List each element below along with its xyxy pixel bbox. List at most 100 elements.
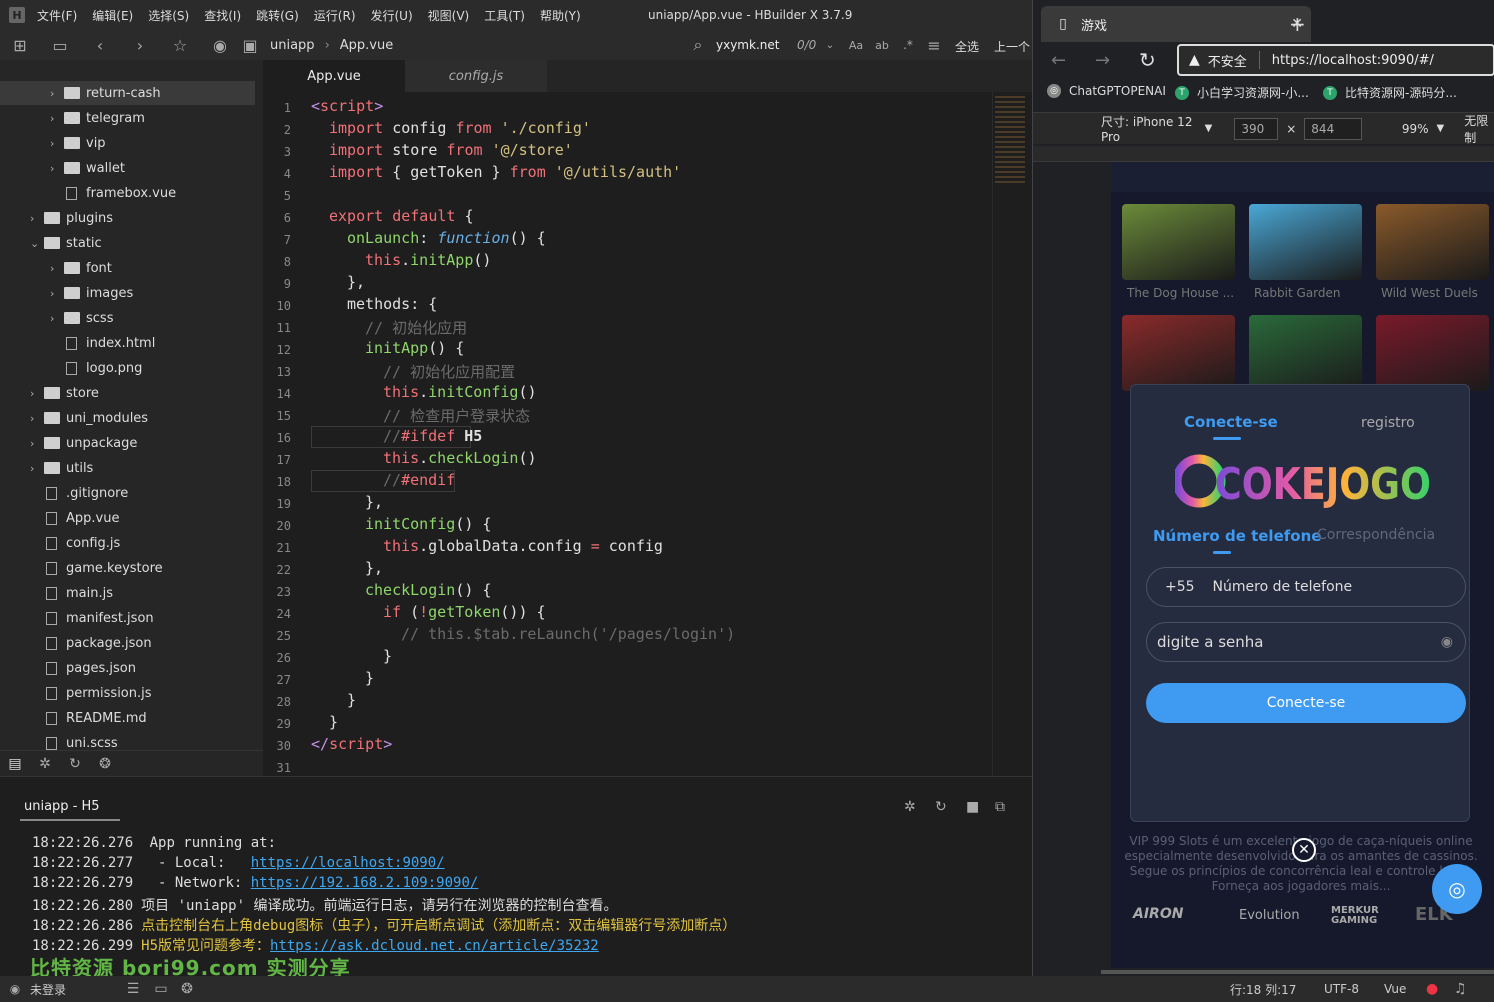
bookmark-xiaobai[interactable]: T 小白学习资源网-小... xyxy=(1175,84,1309,101)
chevron-right-icon[interactable]: › xyxy=(30,437,44,450)
explorer-item[interactable]: › store xyxy=(0,381,255,405)
back-icon[interactable]: ‹ xyxy=(80,31,120,59)
explorer-item[interactable]: index.html xyxy=(0,331,255,355)
chevron-right-icon[interactable]: › xyxy=(50,112,64,125)
bell-icon[interactable]: ♫ xyxy=(1454,981,1467,997)
save-icon[interactable]: ▭ xyxy=(40,31,80,59)
explorer-item[interactable]: uni.scss xyxy=(0,731,255,750)
game-thumbnail[interactable] xyxy=(1249,315,1362,391)
chevron-right-icon[interactable]: › xyxy=(50,87,64,100)
explorer-item[interactable]: framebox.vue xyxy=(0,181,255,205)
explorer-item[interactable]: main.js xyxy=(0,581,255,605)
debug-icon[interactable]: ✲ xyxy=(30,756,60,772)
country-code[interactable]: +55 xyxy=(1165,579,1195,595)
new-file-icon[interactable]: ⊞ xyxy=(0,31,40,59)
list-icon[interactable]: ☰ xyxy=(118,981,148,997)
menu-help[interactable]: 帮助(Y) xyxy=(540,7,581,24)
explorer-item[interactable]: › uni_modules xyxy=(0,406,255,430)
tab-register[interactable]: registro xyxy=(1361,415,1415,431)
console-link[interactable]: https://localhost:9090/ xyxy=(251,855,445,871)
menu-tools[interactable]: 工具(T) xyxy=(484,7,525,24)
throttle-select[interactable]: 无限制 xyxy=(1464,112,1494,146)
open-external-icon[interactable]: ⧉ xyxy=(995,799,1005,815)
explorer-item[interactable]: › scss xyxy=(0,306,255,330)
tab-config-js[interactable]: config.js xyxy=(405,60,547,92)
explorer-item[interactable]: › wallet xyxy=(0,156,255,180)
explorer-item[interactable]: manifest.json xyxy=(0,606,255,630)
sync-icon[interactable]: ↻ xyxy=(60,756,90,772)
explorer-item[interactable]: › images xyxy=(0,281,255,305)
chevron-down-icon[interactable]: ▼ xyxy=(1205,123,1213,134)
explorer-item[interactable]: › utils xyxy=(0,456,255,480)
restart-icon[interactable]: ↻ xyxy=(935,799,947,815)
breadcrumb-file[interactable]: App.vue xyxy=(340,38,393,53)
chevron-down-icon[interactable]: ▼ xyxy=(1437,123,1445,134)
width-input[interactable]: 390 xyxy=(1234,117,1279,140)
login-status[interactable]: 未登录 xyxy=(30,981,66,998)
game-thumbnail[interactable] xyxy=(1249,204,1362,280)
cursor-position[interactable]: 行:18 列:17 xyxy=(1230,981,1296,998)
eye-icon[interactable]: ◉ xyxy=(1441,634,1453,650)
console-title[interactable]: uniapp - H5 xyxy=(24,799,100,814)
menu-view[interactable]: 视图(V) xyxy=(428,7,470,24)
search-input[interactable]: yxymk.net xyxy=(716,38,779,52)
explorer-item[interactable]: › font xyxy=(0,256,255,280)
tab-phone[interactable]: Número de telefone xyxy=(1153,527,1321,545)
zoom-select[interactable]: 99% xyxy=(1402,122,1429,136)
chevron-right-icon[interactable]: › xyxy=(30,462,44,475)
reload-icon[interactable]: ↻ xyxy=(1139,48,1156,72)
horizontal-scrollbar[interactable] xyxy=(1101,970,1494,974)
run-icon[interactable]: ◉ xyxy=(200,31,240,59)
select-all-button[interactable]: 全选 xyxy=(955,38,979,55)
explorer-item[interactable]: › unpackage xyxy=(0,431,255,455)
debug-bug-icon[interactable]: ✲ xyxy=(904,799,916,815)
explorer-item[interactable]: README.md xyxy=(0,706,255,730)
menu-edit[interactable]: 编辑(E) xyxy=(92,7,133,24)
device-select[interactable]: 尺寸: iPhone 12 Pro xyxy=(1101,113,1199,144)
weibo-icon[interactable]: ● xyxy=(1426,981,1438,997)
explorer-item[interactable]: › return-cash xyxy=(0,81,255,105)
console-link[interactable]: https://192.168.2.109:9090/ xyxy=(251,875,479,891)
bookmark-chatgpt[interactable]: ◎ ChatGPTOPENAI xyxy=(1047,84,1166,98)
encoding[interactable]: UTF-8 xyxy=(1324,982,1359,996)
close-circle-icon[interactable]: ✕ xyxy=(1292,838,1316,862)
menu-file[interactable]: 文件(F) xyxy=(37,7,77,24)
back-arrow-icon[interactable]: ← xyxy=(1051,50,1066,71)
tab-email[interactable]: Correspondência xyxy=(1317,527,1435,543)
explorer-item[interactable]: .gitignore xyxy=(0,481,255,505)
explorer-item[interactable]: logo.png xyxy=(0,356,255,380)
explorer-item[interactable]: package.json xyxy=(0,631,255,655)
regex-icon[interactable]: .* xyxy=(900,31,916,59)
forward-arrow-icon[interactable]: → xyxy=(1095,50,1110,71)
chevron-right-icon[interactable]: › xyxy=(50,262,64,275)
menu-goto[interactable]: 跳转(G) xyxy=(256,7,299,24)
password-field[interactable]: digite a senha ◉ xyxy=(1146,622,1466,662)
chevron-down-icon[interactable]: ⌄ xyxy=(822,31,838,59)
star-icon[interactable]: ☆ xyxy=(160,31,200,59)
address-bar[interactable]: ▲ 不安全 https://localhost:9090/#/ xyxy=(1177,44,1494,76)
forward-icon[interactable]: › xyxy=(120,31,160,59)
project-manager-icon[interactable]: ▤ xyxy=(0,756,30,772)
tab-app-vue[interactable]: App.vue xyxy=(263,60,405,92)
chevron-right-icon[interactable]: › xyxy=(50,137,64,150)
prev-match-button[interactable]: 上一个 xyxy=(994,38,1030,55)
menu-select[interactable]: 选择(S) xyxy=(148,7,189,24)
explorer-item[interactable]: permission.js xyxy=(0,681,255,705)
explorer-item[interactable]: App.vue xyxy=(0,506,255,530)
menu-find[interactable]: 查找(I) xyxy=(204,7,241,24)
explorer-item[interactable]: › vip xyxy=(0,131,255,155)
support-chat-button[interactable]: ◎ xyxy=(1432,864,1482,914)
chevron-right-icon[interactable]: › xyxy=(30,212,44,225)
game-thumbnail[interactable] xyxy=(1122,315,1235,391)
user-icon[interactable]: ◉ xyxy=(0,982,30,996)
explorer-item[interactable]: config.js xyxy=(0,531,255,555)
chevron-right-icon[interactable]: › xyxy=(50,162,64,175)
tab-login[interactable]: Conecte-se xyxy=(1184,413,1278,431)
phone-field[interactable]: +55 Número de telefone xyxy=(1146,567,1466,607)
language-mode[interactable]: Vue xyxy=(1384,982,1406,996)
chevron-right-icon[interactable]: › xyxy=(50,287,64,300)
stop-icon[interactable]: ■ xyxy=(966,799,979,815)
menu-run[interactable]: 运行(R) xyxy=(314,7,356,24)
chevron-down-icon[interactable]: ⌄ xyxy=(30,237,44,250)
game-thumbnail[interactable] xyxy=(1376,204,1489,280)
